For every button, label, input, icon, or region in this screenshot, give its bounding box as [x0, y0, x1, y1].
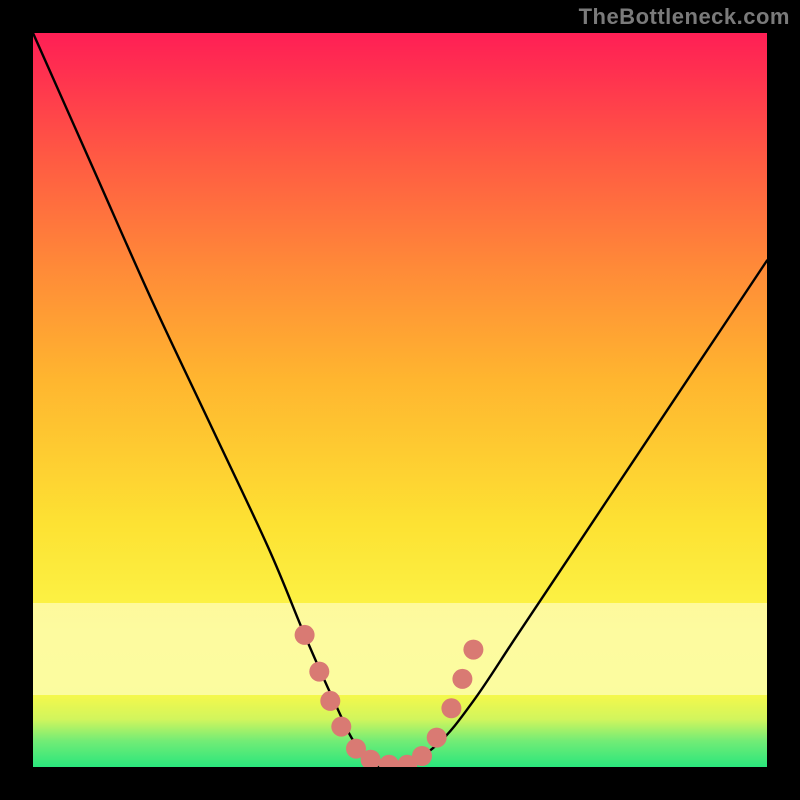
marker-dot — [441, 698, 461, 718]
curve-layer — [33, 33, 767, 767]
marker-dot — [295, 625, 315, 645]
marker-dot — [309, 662, 329, 682]
marker-dot — [412, 746, 432, 766]
marker-dot — [452, 669, 472, 689]
marker-dot — [320, 691, 340, 711]
marker-dot — [427, 728, 447, 748]
marker-dot — [331, 717, 351, 737]
bottleneck-curve — [33, 33, 767, 767]
chart-frame: TheBottleneck.com — [0, 0, 800, 800]
marker-dot — [463, 640, 483, 660]
watermark-text: TheBottleneck.com — [579, 4, 790, 30]
marker-dot — [379, 755, 399, 767]
marker-dots — [295, 625, 484, 767]
